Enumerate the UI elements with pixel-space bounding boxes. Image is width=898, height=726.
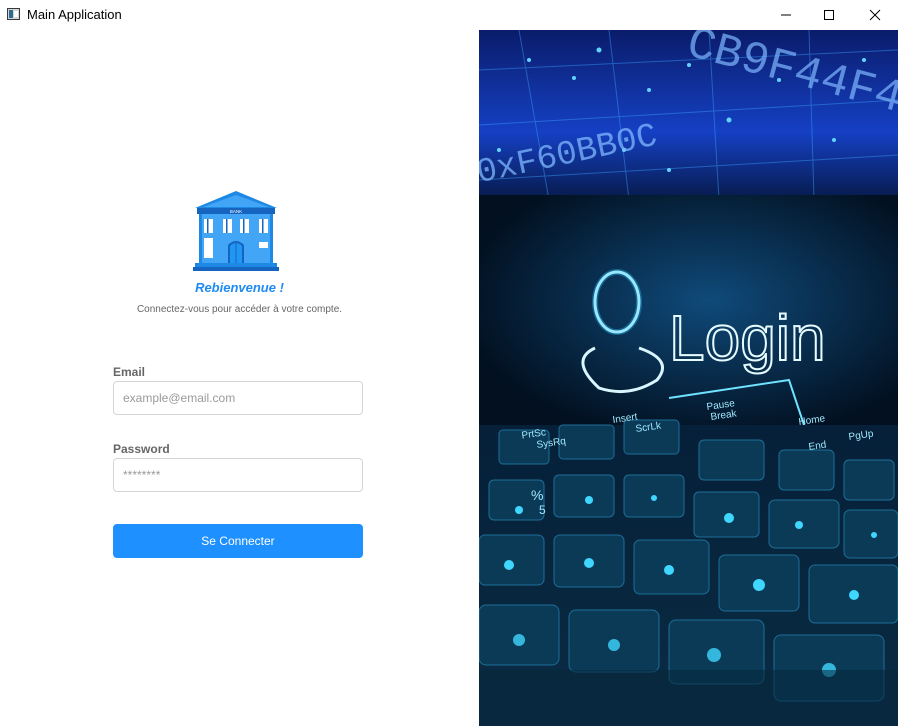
title-bar: Main Application <box>0 0 898 30</box>
password-label: Password <box>113 442 170 456</box>
bank-building-icon: BANK <box>193 191 279 271</box>
maximize-icon <box>824 10 834 20</box>
login-panel <box>0 30 479 726</box>
minimize-icon <box>781 14 791 16</box>
email-label: Email <box>113 365 146 379</box>
password-field[interactable] <box>113 458 363 492</box>
login-subtitle: Connectez-vous pour accéder à votre comp… <box>136 304 343 315</box>
login-button[interactable]: Se Connecter <box>113 524 363 558</box>
app-icon <box>7 8 20 20</box>
key-label: % <box>531 487 543 503</box>
hero-illustration: 0xF60BB0C CB9F44F4 Login PrtSc SysRq Ins… <box>479 30 898 726</box>
close-icon <box>869 9 881 21</box>
welcome-heading: Rebienvenue ! <box>195 280 284 295</box>
hero-image: 0xF60BB0C CB9F44F4 Login PrtSc SysRq Ins… <box>479 30 898 726</box>
close-button[interactable] <box>852 0 898 30</box>
bank-sign-text: BANK <box>230 209 242 214</box>
window-title: Main Application <box>27 7 122 22</box>
maximize-button[interactable] <box>806 0 852 30</box>
minimize-button[interactable] <box>763 0 809 30</box>
email-field[interactable] <box>113 381 363 415</box>
hero-login-text: Login <box>669 302 826 374</box>
key-label: 5 <box>539 503 546 517</box>
